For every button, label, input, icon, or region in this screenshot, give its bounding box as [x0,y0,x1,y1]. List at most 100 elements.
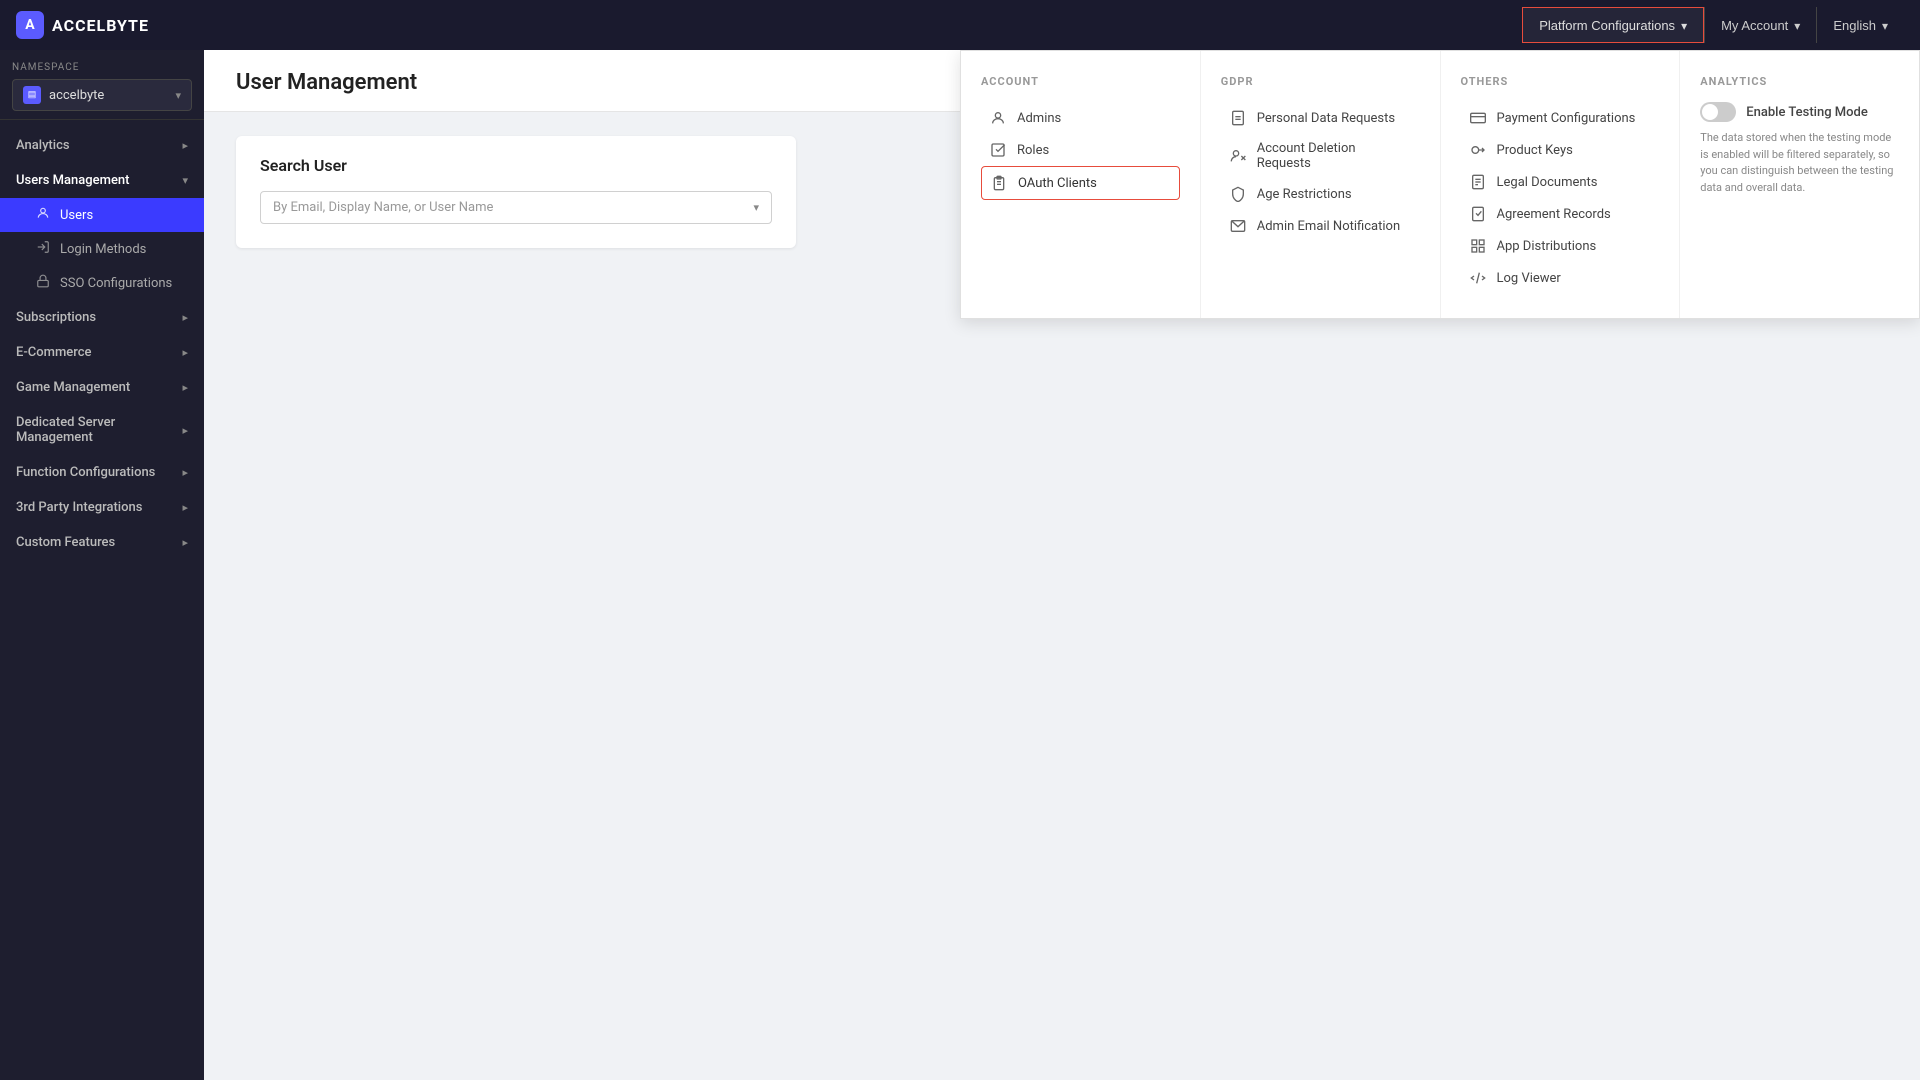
namespace-value: accelbyte [49,88,104,103]
key-icon [1469,141,1487,159]
sidebar-item-dedicated-server[interactable]: Dedicated Server Management ▸ [0,405,204,455]
sidebar-subscriptions-label: Subscriptions [16,310,96,325]
platform-dropdown: ACCOUNT Admins Roles OAuth Clients [960,50,1920,319]
product-keys-label: Product Keys [1497,143,1573,158]
language-button[interactable]: English [1816,7,1904,43]
sidebar-ecommerce-label: E-Commerce [16,345,91,360]
sidebar-analytics-label: Analytics [16,138,70,153]
document-icon [1469,173,1487,191]
sidebar-users-management-label: Users Management [16,173,129,188]
testing-mode-label: Enable Testing Mode [1746,105,1868,120]
payment-configs-label: Payment Configurations [1497,111,1636,126]
analytics-chevron-icon: ▸ [182,139,188,152]
subscriptions-chevron-icon: ▸ [182,311,188,324]
search-card-title: Search User [260,156,772,175]
language-chevron-icon [1882,18,1888,33]
dropdown-log-viewer[interactable]: Log Viewer [1461,262,1660,294]
dropdown-admin-email[interactable]: Admin Email Notification [1221,210,1420,242]
sidebar-item-custom-features[interactable]: Custom Features ▸ [0,525,204,560]
platform-config-chevron-icon [1681,18,1687,33]
platform-config-button[interactable]: Platform Configurations [1522,7,1704,43]
admin-email-label: Admin Email Notification [1257,219,1400,234]
logo-icon: A [16,11,44,39]
dropdown-app-distributions[interactable]: App Distributions [1461,230,1660,262]
sidebar-item-analytics[interactable]: Analytics ▸ [0,128,204,163]
header-actions: Platform Configurations My Account Engli… [1522,7,1904,43]
dropdown-payment-configs[interactable]: Payment Configurations [1461,102,1660,134]
testing-mode-desc: The data stored when the testing mode is… [1700,130,1899,196]
dropdown-agreement-records[interactable]: Agreement Records [1461,198,1660,230]
ecommerce-chevron-icon: ▸ [182,346,188,359]
dropdown-gdpr-title: GDPR [1221,75,1420,88]
users-sub-icon [36,206,50,224]
namespace-icon: ▤ [23,86,41,104]
dropdown-oauth-clients[interactable]: OAuth Clients [981,166,1180,200]
sidebar-dedicated-server-label: Dedicated Server Management [16,415,182,445]
sidebar-item-subscriptions[interactable]: Subscriptions ▸ [0,300,204,335]
oauth-clients-label: OAuth Clients [1018,176,1097,191]
sidebar-item-game-management[interactable]: Game Management ▸ [0,370,204,405]
agreement-records-label: Agreement Records [1497,207,1611,222]
namespace-select[interactable]: ▤ accelbyte ▾ [12,79,192,111]
dropdown-others-title: OTHERS [1461,75,1660,88]
dropdown-age-restrictions[interactable]: Age Restrictions [1221,178,1420,210]
code-icon [1469,269,1487,287]
game-management-chevron-icon: ▸ [182,381,188,394]
dropdown-gdpr-col: GDPR Personal Data Requests Account Dele… [1201,51,1441,318]
users-sub-label: Users [60,208,93,223]
dedicated-server-chevron-icon: ▸ [182,424,188,437]
sidebar-subitem-sso[interactable]: SSO Configurations [0,266,204,300]
grid-icon [1469,237,1487,255]
3rd-party-chevron-icon: ▸ [182,501,188,514]
sidebar-item-3rd-party[interactable]: 3rd Party Integrations ▸ [0,490,204,525]
users-management-chevron-icon: ▾ [182,174,188,187]
mail-icon [1229,217,1247,235]
header: A ACCELBYTE Platform Configurations My A… [0,0,1920,50]
file-icon [1229,109,1247,127]
sidebar-custom-features-label: Custom Features [16,535,115,550]
namespace-section: NAMESPACE ▤ accelbyte ▾ [0,50,204,120]
sidebar-subitem-users[interactable]: Users [0,198,204,232]
dropdown-roles[interactable]: Roles [981,134,1180,166]
login-methods-sub-label: Login Methods [60,242,146,257]
sidebar-game-management-label: Game Management [16,380,130,395]
sso-sub-icon [36,274,50,292]
shield-icon [1229,185,1247,203]
testing-mode-toggle[interactable] [1700,102,1736,122]
search-select[interactable]: By Email, Display Name, or User Name ▾ [260,191,772,224]
sso-sub-label: SSO Configurations [60,276,172,291]
dropdown-personal-data[interactable]: Personal Data Requests [1221,102,1420,134]
sidebar-3rd-party-label: 3rd Party Integrations [16,500,142,515]
credit-card-icon [1469,109,1487,127]
search-select-chevron-icon: ▾ [753,201,759,214]
testing-mode-toggle-row: Enable Testing Mode [1700,102,1899,122]
dropdown-account-col: ACCOUNT Admins Roles OAuth Clients [961,51,1201,318]
my-account-button[interactable]: My Account [1704,7,1816,43]
person-x-icon [1229,147,1247,165]
namespace-label: NAMESPACE [12,62,192,73]
age-restrictions-label: Age Restrictions [1257,187,1352,202]
my-account-chevron-icon [1794,18,1800,33]
log-viewer-label: Log Viewer [1497,271,1561,286]
dropdown-admins[interactable]: Admins [981,102,1180,134]
login-methods-sub-icon [36,240,50,258]
dropdown-analytics-col: ANALYTICS Enable Testing Mode The data s… [1680,51,1919,318]
sidebar-item-users-management[interactable]: Users Management ▾ [0,163,204,198]
dropdown-legal-documents[interactable]: Legal Documents [1461,166,1660,198]
dropdown-product-keys[interactable]: Product Keys [1461,134,1660,166]
sidebar-subitem-login-methods[interactable]: Login Methods [0,232,204,266]
legal-documents-label: Legal Documents [1497,175,1598,190]
logo-text: ACCELBYTE [52,16,149,35]
custom-features-chevron-icon: ▸ [182,536,188,549]
sidebar-item-ecommerce[interactable]: E-Commerce ▸ [0,335,204,370]
function-configs-chevron-icon: ▸ [182,466,188,479]
dropdown-analytics-title: ANALYTICS [1700,75,1899,88]
person-icon [989,109,1007,127]
dropdown-account-title: ACCOUNT [981,75,1180,88]
personal-data-label: Personal Data Requests [1257,111,1395,126]
account-deletion-label: Account Deletion Requests [1257,141,1412,171]
check-doc-icon [1469,205,1487,223]
sidebar-item-function-configs[interactable]: Function Configurations ▸ [0,455,204,490]
dropdown-account-deletion[interactable]: Account Deletion Requests [1221,134,1420,178]
search-card: Search User By Email, Display Name, or U… [236,136,796,248]
